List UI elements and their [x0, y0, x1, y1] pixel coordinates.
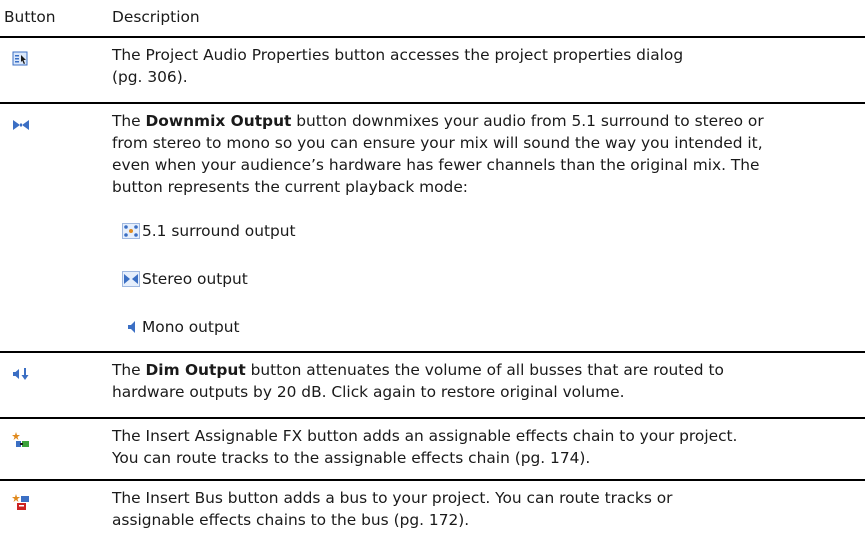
row-description: The Downmix Output button downmixes your…	[112, 112, 764, 196]
table-row: The Insert Assignable FX button adds an …	[0, 417, 865, 479]
table-row: The Project Audio Properties button acce…	[0, 36, 865, 102]
mono-output-icon	[122, 319, 140, 335]
column-header-description: Description	[112, 8, 200, 26]
mode-label: 5.1 surround output	[142, 222, 296, 240]
button-name: Dim Output	[145, 361, 246, 379]
row-description: The Dim Output button attenuates the vol…	[112, 361, 724, 401]
surround-output-icon	[122, 223, 140, 239]
stereo-output-icon	[122, 271, 140, 287]
button-name: Insert Assignable FX	[145, 427, 303, 445]
dim-output-icon	[12, 366, 30, 382]
mode-label: Stereo output	[142, 270, 248, 288]
row-description: The Project Audio Properties button acce…	[112, 46, 684, 86]
table-row: The Insert Bus button adds a bus to your…	[0, 479, 865, 543]
downmix-output-icon	[12, 117, 30, 133]
table-header: Button Description	[0, 0, 865, 36]
insert-assignable-fx-icon	[12, 432, 30, 448]
button-name: Downmix Output	[145, 112, 292, 130]
button-name: Project Audio Properties	[145, 46, 330, 64]
project-audio-properties-icon	[12, 51, 30, 67]
row-description: The Insert Bus button adds a bus to your…	[112, 489, 673, 529]
mode-label: Mono output	[142, 318, 240, 336]
row-description: The Insert Assignable FX button adds an …	[112, 427, 738, 467]
button-table: The Project Audio Properties button acce…	[0, 36, 865, 543]
column-header-button: Button	[4, 8, 56, 26]
table-row: The Downmix Output button downmixes your…	[0, 102, 865, 351]
insert-bus-icon	[12, 494, 30, 510]
table-row: The Dim Output button attenuates the vol…	[0, 351, 865, 417]
button-name: Insert Bus	[145, 489, 223, 507]
